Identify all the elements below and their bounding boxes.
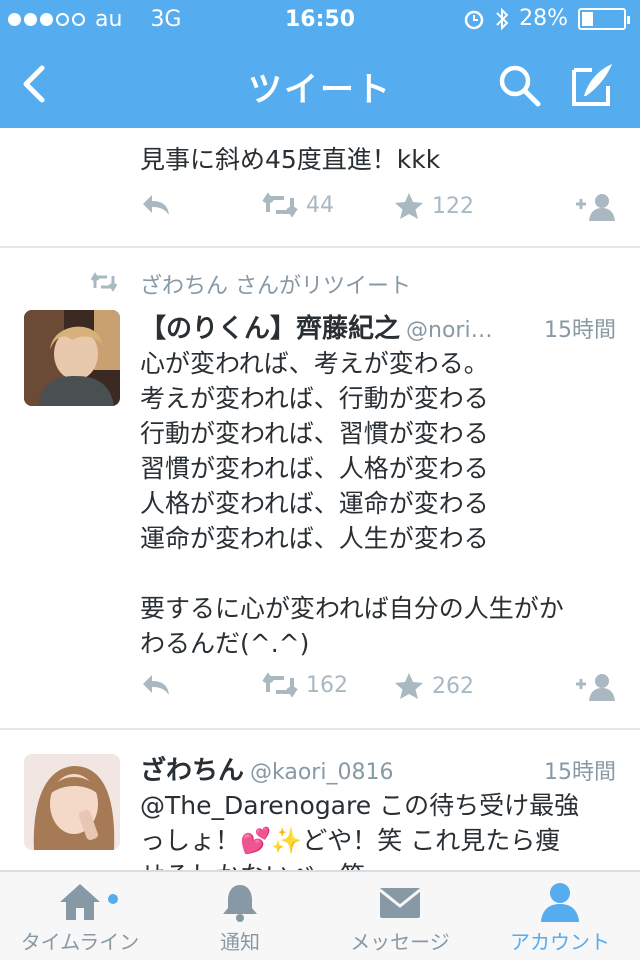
envelope-icon (379, 888, 421, 918)
tab-label: 通知 (220, 930, 260, 954)
star-icon (395, 193, 423, 219)
user-handle: @nori… (406, 318, 493, 343)
status-right: 28% (463, 6, 630, 31)
retweet-count: 162 (306, 672, 348, 698)
nav-bar: ツイート (0, 40, 640, 128)
person-icon (541, 883, 579, 922)
reply-icon (143, 195, 169, 215)
tweet-time: 15時間 (544, 318, 616, 343)
tweet-2[interactable]: ざわちん さんがリツイート 【のりくん】齊藤紀之 @nori… 15時間 心が変わ… (0, 248, 640, 730)
status-bar: au 3G 16:50 28% (0, 0, 640, 40)
avatar[interactable] (24, 754, 120, 850)
avatar-image (24, 310, 120, 406)
tweet-1[interactable]: 見事に斜め45度直進！kkk 44 122 (0, 128, 640, 248)
retweet-count: 44 (306, 192, 334, 218)
tab-label: タイムライン (20, 930, 140, 954)
retweeted-by-label: ざわちん さんがリツイート (140, 274, 411, 299)
search-icon[interactable] (496, 62, 542, 108)
add-user-icon (576, 194, 615, 221)
retweet-button[interactable]: 44 (262, 192, 334, 218)
tweet-text: 見事に斜め45度直進！kkk (140, 145, 441, 174)
favorite-count: 262 (432, 673, 474, 699)
follow-button[interactable] (574, 672, 616, 702)
favorite-count: 122 (432, 193, 474, 219)
tweet-actions: 44 122 (140, 192, 620, 232)
alarm-icon (464, 10, 484, 29)
retweet-button[interactable]: 162 (262, 672, 348, 698)
bluetooth-icon (496, 7, 509, 30)
battery-percent: 28% (519, 6, 568, 31)
reply-button[interactable] (140, 192, 172, 218)
tab-label: メッセージ (350, 930, 450, 954)
avatar[interactable] (24, 310, 120, 406)
tweet-text: 心が変われば、考えが変わる。 考えが変われば、行動が変わる 行動が変われば、習慣… (140, 349, 564, 658)
header: au 3G 16:50 28% ツイート (0, 0, 640, 128)
tweet-actions: 162 262 (140, 672, 620, 712)
bell-icon (223, 885, 257, 922)
favorite-button[interactable]: 122 (394, 192, 474, 220)
retweet-icon (262, 672, 298, 698)
page-title: ツイート (248, 70, 392, 110)
add-user-icon (576, 674, 615, 701)
display-name: 【のりくん】齊藤紀之 (140, 314, 401, 344)
home-icon (60, 884, 100, 920)
follow-button[interactable] (574, 192, 616, 222)
reply-icon (143, 675, 169, 695)
avatar-image (24, 754, 120, 850)
timeline[interactable]: 見事に斜め45度直進！kkk 44 122 ざわちん さんがリツイート 【のりく… (0, 128, 640, 870)
tweet-time: 15時間 (544, 760, 616, 785)
user-name[interactable]: 【のりくん】齊藤紀之 @nori… (140, 308, 493, 345)
favorite-button[interactable]: 262 (394, 672, 474, 700)
user-name[interactable]: ざわちん @kaori_0816 (140, 750, 393, 787)
tab-account[interactable]: アカウント (480, 882, 640, 955)
tweet-text: @The_Darenogare この待ち受け最強 っしょ！💕✨どや！笑 これ見た… (140, 791, 580, 870)
star-icon (395, 673, 423, 699)
new-items-dot (108, 894, 118, 904)
tab-bar: タイムライン 通知 メッセージ アカウント (0, 870, 640, 960)
battery-icon (578, 7, 630, 30)
user-handle: @kaori_0816 (250, 760, 394, 785)
tab-label: アカウント (510, 930, 610, 954)
tab-timeline[interactable]: タイムライン (0, 882, 160, 955)
tweet-3[interactable]: ざわちん @kaori_0816 15時間 @The_Darenogare この待… (0, 730, 640, 870)
retweet-icon (90, 272, 118, 292)
retweet-icon (262, 192, 298, 218)
display-name: ざわちん (140, 756, 245, 786)
tab-notifications[interactable]: 通知 (160, 882, 320, 955)
tab-messages[interactable]: メッセージ (320, 882, 480, 955)
compose-icon[interactable] (570, 60, 616, 108)
reply-button[interactable] (140, 672, 172, 698)
